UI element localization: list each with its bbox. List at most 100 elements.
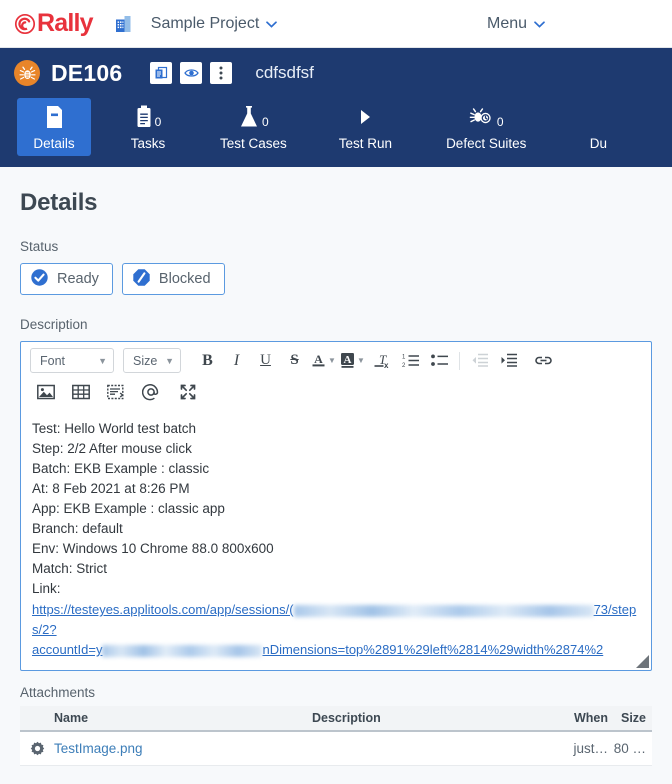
tab-label: Du (590, 136, 607, 151)
svg-text:2: 2 (402, 363, 406, 368)
clipboard-icon: 0 (135, 105, 162, 131)
underline-icon[interactable]: U (251, 347, 280, 374)
rich-text-editor: Font ▼ Size ▼ B I U S A ▼ A (20, 341, 652, 671)
rally-logo[interactable]: Rally (14, 11, 93, 36)
project-selector[interactable]: Sample Project (151, 15, 278, 33)
attachment-size: 80 … (608, 741, 652, 756)
redacted-account-id (102, 645, 262, 657)
bold-icon[interactable]: B (193, 347, 222, 374)
session-link[interactable]: https://testeyes.applitools.com/app/sess… (32, 600, 640, 660)
status-ready-button[interactable]: Ready (20, 263, 113, 295)
column-header-name[interactable]: Name (54, 711, 312, 725)
description-line: Test: Hello World test batch (32, 419, 640, 439)
rally-wordmark: Rally (37, 11, 93, 36)
tab-label: Test Cases (220, 136, 287, 151)
status-blocked-button[interactable]: Blocked (122, 263, 225, 295)
description-line: Link: (32, 579, 640, 599)
menu-button[interactable]: Menu (487, 15, 545, 33)
attachment-name[interactable]: TestImage.png (54, 741, 312, 756)
artifact-tab-bar: Details 0 Tasks 0 Test Cases (0, 98, 672, 167)
tab-label: Tasks (131, 136, 166, 151)
strikethrough-icon[interactable]: S (280, 347, 309, 374)
description-line: Env: Windows 10 Chrome 88.0 800x600 (32, 539, 640, 559)
text-color-icon[interactable]: A ▼ (309, 347, 338, 374)
mention-at-icon[interactable] (136, 378, 165, 405)
status-label: Blocked (159, 271, 211, 287)
tab-duplicates[interactable]: Du (561, 98, 635, 156)
attachment-when: just… (558, 741, 608, 756)
bug-suite-icon: 0 (469, 105, 504, 131)
eye-icon[interactable] (180, 62, 202, 84)
project-name-label: Sample Project (151, 15, 260, 33)
table-row[interactable]: TestImage.png just… 80 … (20, 732, 652, 766)
svg-text:A: A (344, 354, 352, 366)
status-label: Ready (57, 271, 99, 287)
more-vertical-icon[interactable] (210, 62, 232, 84)
column-header-description[interactable]: Description (312, 711, 558, 725)
attachments-table-header: Name Description When Size (20, 706, 652, 732)
tab-defect-suites[interactable]: 0 Defect Suites (433, 98, 539, 156)
svg-text:A: A (314, 352, 323, 366)
svg-text:x: x (384, 361, 389, 370)
artifact-header-bar: DE106 cdfsdfsf (0, 48, 672, 98)
tab-count: 0 (155, 115, 162, 131)
bullet-list-icon[interactable] (425, 347, 454, 374)
copy-icon[interactable] (150, 62, 172, 84)
outdent-icon[interactable] (465, 347, 494, 374)
check-circle-icon (30, 268, 49, 291)
page-title: Details (20, 189, 652, 217)
description-line: Branch: default (32, 519, 640, 539)
column-header-when[interactable]: When (558, 711, 608, 725)
session-link-text-part3: accountId=y (32, 642, 102, 657)
tab-details[interactable]: Details (17, 98, 91, 156)
description-line: Step: 2/2 After mouse click (32, 439, 640, 459)
building-icon[interactable] (115, 15, 134, 33)
chevron-down-icon: ▼ (98, 356, 107, 366)
attachments-label: Attachments (20, 685, 652, 700)
status-field-label: Status (20, 239, 652, 254)
tab-tasks[interactable]: 0 Tasks (111, 98, 185, 156)
artifact-title: cdfsdfsf (255, 63, 314, 83)
italic-icon[interactable]: I (222, 347, 251, 374)
column-header-size[interactable]: Size (608, 711, 652, 725)
tab-count: 0 (262, 115, 269, 131)
source-code-icon[interactable] (101, 378, 130, 405)
tab-label: Test Run (339, 136, 392, 151)
gear-icon[interactable] (20, 741, 54, 756)
description-line: At: 8 Feb 2021 at 8:26 PM (32, 479, 640, 499)
fullscreen-icon[interactable] (173, 378, 202, 405)
description-line: Batch: EKB Example : classic (32, 459, 640, 479)
table-icon[interactable] (66, 378, 95, 405)
link-icon[interactable] (529, 347, 558, 374)
bug-icon (14, 60, 40, 86)
chevron-down-icon (266, 15, 277, 33)
numbered-list-icon[interactable]: 1 2 (396, 347, 425, 374)
background-color-icon[interactable]: A ▼ (338, 347, 367, 374)
attachments-table: Name Description When Size TestImage.png… (20, 706, 652, 766)
font-select[interactable]: Font ▼ (30, 348, 114, 373)
artifact-id: DE106 (51, 60, 122, 87)
description-field-label: Description (20, 317, 652, 332)
redacted-session-id (294, 605, 594, 617)
document-icon (45, 105, 64, 131)
details-panel: Details Status Ready Blocked Description (0, 167, 672, 784)
chevron-down-icon: ▼ (165, 356, 174, 366)
tab-test-cases[interactable]: 0 Test Cases (207, 98, 300, 156)
editor-resize-handle[interactable] (636, 655, 649, 668)
description-content[interactable]: Test: Hello World test batch Step: 2/2 A… (21, 408, 651, 670)
toolbar-divider (459, 352, 460, 370)
size-select-value: Size (133, 354, 157, 368)
remove-format-icon[interactable]: T x (367, 347, 396, 374)
editor-toolbar-row-1: Font ▼ Size ▼ B I U S A ▼ A (21, 342, 651, 375)
tab-count: 0 (497, 115, 504, 131)
indent-icon[interactable] (494, 347, 523, 374)
session-link-text-part4: nDimensions=top%2891%29left%2814%29width… (262, 642, 603, 657)
tab-label: Defect Suites (446, 136, 526, 151)
size-select[interactable]: Size ▼ (123, 348, 181, 373)
image-icon[interactable] (31, 378, 60, 405)
description-line: App: EKB Example : classic app (32, 499, 640, 519)
artifact-action-buttons (150, 62, 232, 84)
tab-label: Details (33, 136, 74, 151)
tab-test-run[interactable]: Test Run (326, 98, 405, 156)
top-navigation-bar: Rally Sample Project Menu (0, 0, 672, 48)
